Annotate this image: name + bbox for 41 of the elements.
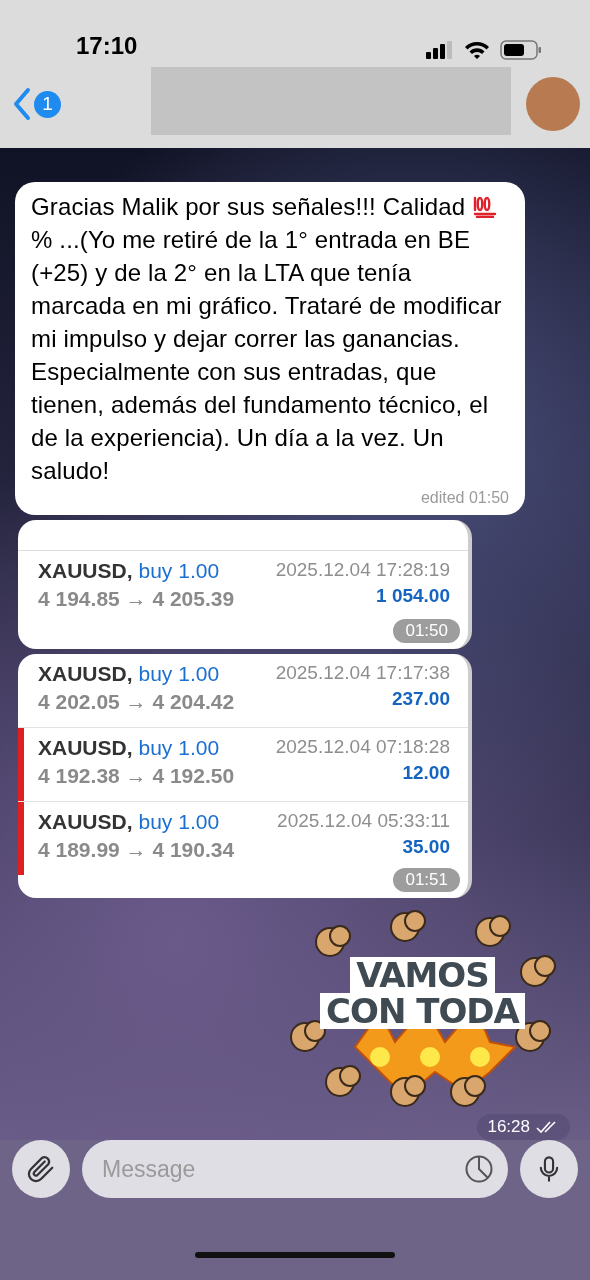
trade-date: 2025.12.04 17:28:19 <box>275 559 450 581</box>
message-time: 16:28 <box>477 1114 570 1140</box>
signal-icon <box>426 41 454 59</box>
sticker-icon[interactable] <box>464 1154 494 1184</box>
trade-side: buy 1.00 <box>138 661 220 685</box>
trade-symbol: XAUUSD, <box>38 559 133 582</box>
trade-prices: 4 192.38 → 4 192.50 <box>38 763 235 788</box>
sticker-text: CON TODA <box>320 992 525 1029</box>
microphone-button[interactable] <box>520 1140 578 1198</box>
unread-count-badge: 1 <box>34 90 61 118</box>
trade-symbol: XAUUSD, <box>38 735 133 759</box>
battery-icon <box>500 40 542 60</box>
attach-button[interactable] <box>12 1140 70 1198</box>
back-chevron-icon <box>12 87 32 121</box>
trade-side: buy 1.00 <box>138 809 220 833</box>
message-field[interactable]: Message <box>82 1140 508 1198</box>
trade-profit: 35.00 <box>402 835 450 858</box>
trade-symbol: XAUUSD, <box>38 809 133 833</box>
trade-prices: 4 189.99 → 4 190.34 <box>38 837 235 862</box>
edited-time: edited 01:50 <box>420 489 509 507</box>
trade-side: buy 1.00 <box>138 735 220 759</box>
message-time: 01:50 <box>393 618 460 643</box>
trade-prices: 4 194.85 → 4 205.39 <box>38 587 235 611</box>
status-time: 17:10 <box>76 32 138 60</box>
wifi-icon <box>464 40 490 60</box>
back-button[interactable]: 1 <box>12 87 61 121</box>
trade-profit: 237.00 <box>391 687 450 710</box>
trade-profit: 1 054.00 <box>376 585 450 607</box>
trade-symbol: XAUUSD, <box>38 661 133 685</box>
message-time: 01:51 <box>393 867 460 892</box>
trade-date: 2025.12.04 05:33:11 <box>277 809 450 832</box>
trade-date: 2025.12.04 07:18:28 <box>275 735 450 758</box>
trade-profit: 12.00 <box>402 761 450 784</box>
avatar[interactable] <box>526 77 580 131</box>
trade-prices: 4 202.05 → 4 204.42 <box>38 689 235 714</box>
trade-date: 2025.12.04 17:17:38 <box>275 661 450 684</box>
message-text: Gracias Malik por sus señales!!! Calidad % ...(Yo me retiré de la 1° entrada en BE (+25) y de la 2° en la LTA que tenía marcada en mi gráfico. Trataré de modificar mi impulso y dejar correr las ganancias. Especialmente con sus entradas, que tienen, además del fundamento técnico, el de la experiencia). Un día a la vez. Un saludo! <box>31 192 503 486</box>
sticker-text: VAMOS <box>350 956 495 993</box>
paperclip-icon <box>26 1154 56 1184</box>
hundred-points-icon <box>472 194 498 218</box>
trade-side: buy 1.00 <box>138 559 220 582</box>
